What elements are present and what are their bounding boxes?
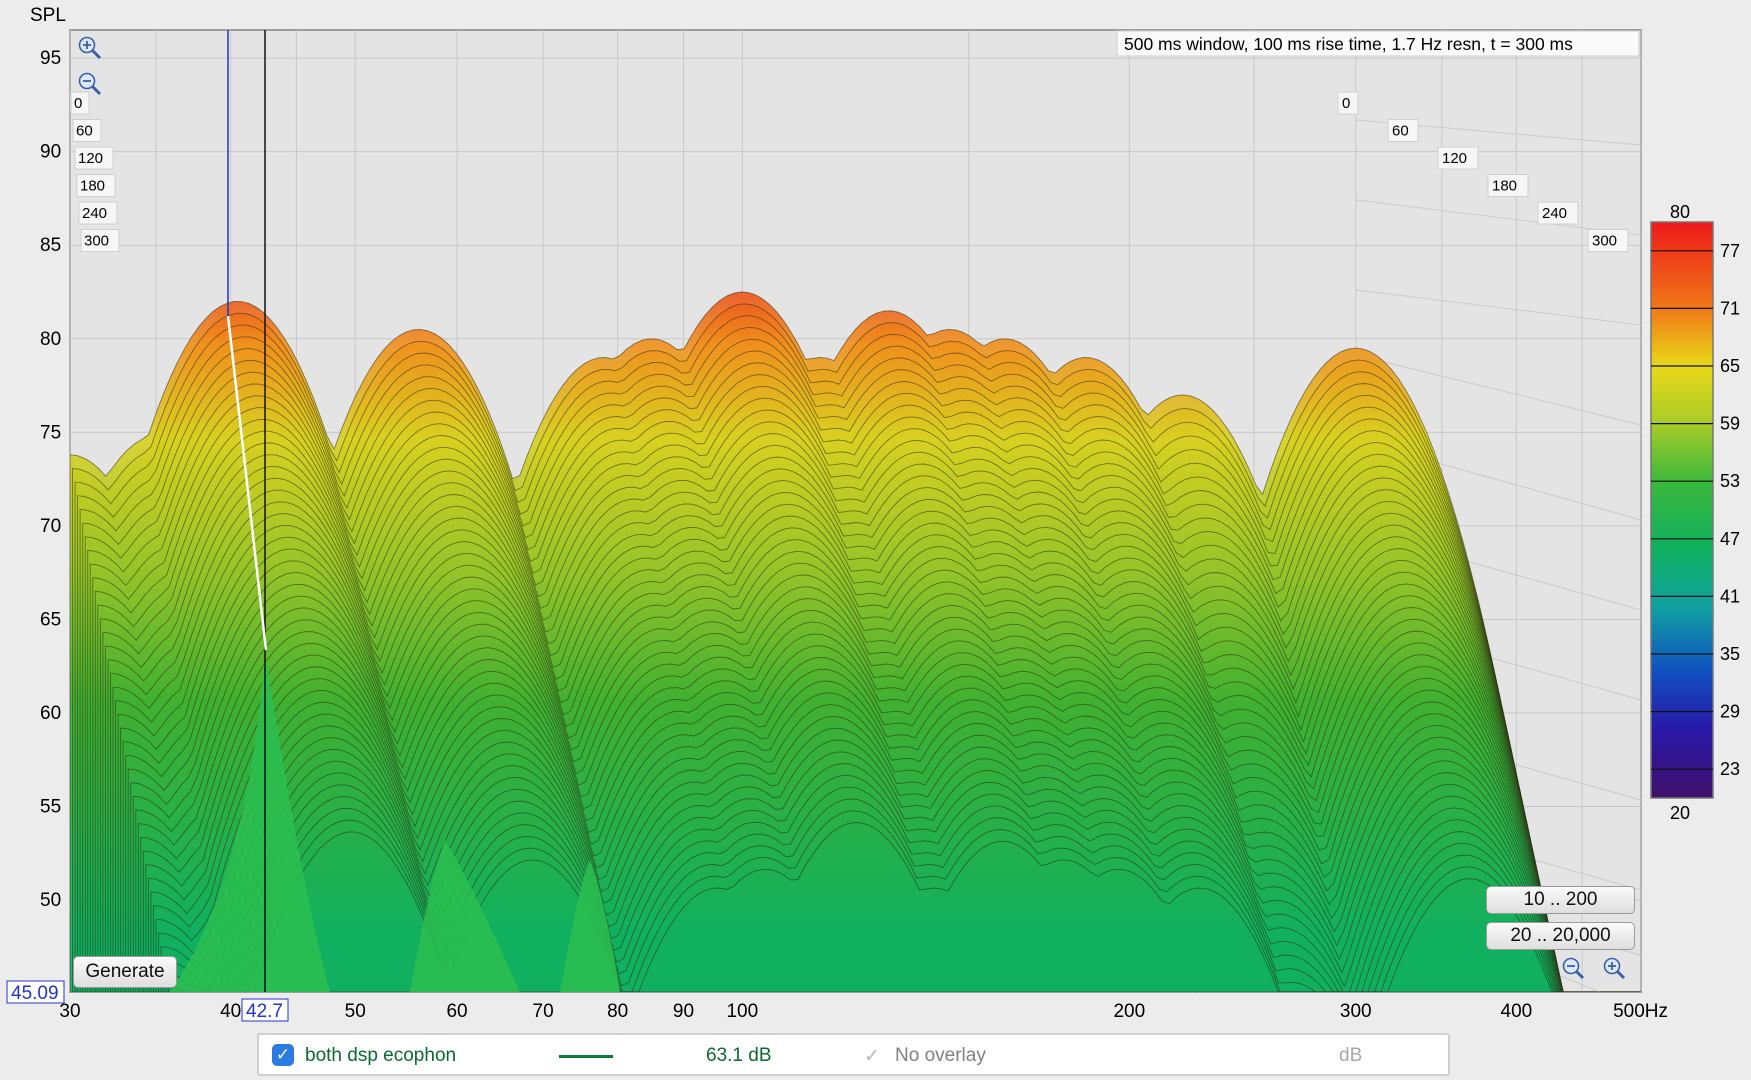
- colorbar-min: 20: [1670, 803, 1690, 823]
- y-tick-label: 95: [40, 48, 61, 69]
- y-tick-label: 50: [40, 890, 61, 911]
- x-tick-label: 70: [533, 1001, 554, 1022]
- x-tick-label: 90: [673, 1001, 694, 1022]
- x-tick-label: 200: [1113, 1001, 1145, 1022]
- range-10-200-button[interactable]: 10 .. 200: [1486, 886, 1635, 914]
- cursor-y-readout: 45.09: [11, 983, 59, 1004]
- unit-label: dB: [1339, 1045, 1363, 1066]
- series-checkbox[interactable]: ✓: [272, 1044, 294, 1066]
- y-tick-label: 80: [40, 329, 61, 350]
- time-tick-label: 0: [74, 95, 82, 112]
- colorbar-tick-label: 47: [1720, 529, 1740, 549]
- colorbar-tick-label: 23: [1720, 759, 1740, 779]
- y-tick-label: 55: [40, 797, 61, 818]
- colorbar-tick-label: 77: [1720, 241, 1740, 261]
- x-tick-label: 60: [446, 1001, 467, 1022]
- y-tick-label: 85: [40, 235, 61, 256]
- colorbar-tick-label: 65: [1720, 356, 1740, 376]
- time-tick-label: 60: [76, 123, 93, 140]
- time-tick-label: 300: [84, 233, 109, 250]
- cursor-x-readout: 42.7: [246, 1001, 283, 1022]
- x-axis: 30 40 50 60 70 80 90 100 200 300 400 500Hz: [59, 1001, 1668, 1022]
- x-tick-label: 80: [607, 1001, 628, 1022]
- x-tick-label: 30: [59, 1001, 80, 1022]
- time-tick-label: 120: [1442, 150, 1467, 167]
- time-tick-label: 240: [82, 205, 107, 222]
- time-tick-label: 180: [80, 178, 105, 195]
- y-tick-label: 75: [40, 422, 61, 443]
- y-tick-label: 60: [40, 703, 61, 724]
- time-tick-label: 240: [1542, 205, 1567, 222]
- generate-button[interactable]: Generate: [73, 956, 177, 988]
- y-tick-label: 70: [40, 516, 61, 537]
- x-tick-label: 40: [220, 1001, 241, 1022]
- colorbar-tick-label: 35: [1720, 644, 1740, 664]
- range-20-20000-button[interactable]: 20 .. 20,000: [1486, 922, 1635, 950]
- time-tick-label: 0: [1342, 95, 1350, 112]
- x-tick-label: 50: [345, 1001, 366, 1022]
- time-tick-label: 120: [78, 150, 103, 167]
- time-tick-label: 60: [1392, 123, 1409, 140]
- y-tick-label: 90: [40, 142, 61, 163]
- time-tick-label: 300: [1592, 233, 1617, 250]
- colorbar-max: 80: [1670, 202, 1690, 222]
- time-tick-label: 180: [1492, 178, 1517, 195]
- legend-bar: ✓ both dsp ecophon 63.1 dB ✓ No overlay …: [257, 1033, 1450, 1076]
- colorbar-tick-label: 59: [1720, 414, 1740, 434]
- x-tick-label: 300: [1340, 1001, 1372, 1022]
- overlay-check-icon[interactable]: ✓: [864, 1045, 880, 1068]
- series-value: 63.1 dB: [706, 1045, 772, 1066]
- y-axis: 95 90 85 80 75 70 65 60 55 50: [40, 48, 61, 911]
- colorbar-tick-label: 29: [1720, 702, 1740, 722]
- colorbar-tick-label: 71: [1720, 298, 1740, 318]
- series-label[interactable]: both dsp ecophon: [305, 1045, 456, 1067]
- colorbar-tick-label: 41: [1720, 586, 1740, 606]
- waterfall-chart: 500 ms window, 100 ms rise time, 1.7 Hz …: [6, 5, 1740, 1022]
- series-swatch: [559, 1055, 613, 1058]
- x-tick-label: 500Hz: [1613, 1001, 1668, 1022]
- colorbar-tick-label: 53: [1720, 471, 1740, 491]
- overlay-label[interactable]: No overlay: [895, 1045, 986, 1067]
- x-tick-label: 100: [726, 1001, 758, 1022]
- y-axis-label: SPL: [30, 5, 66, 26]
- x-tick-label: 400: [1501, 1001, 1533, 1022]
- annotation-text: 500 ms window, 100 ms rise time, 1.7 Hz …: [1124, 34, 1573, 54]
- y-tick-label: 65: [40, 609, 61, 630]
